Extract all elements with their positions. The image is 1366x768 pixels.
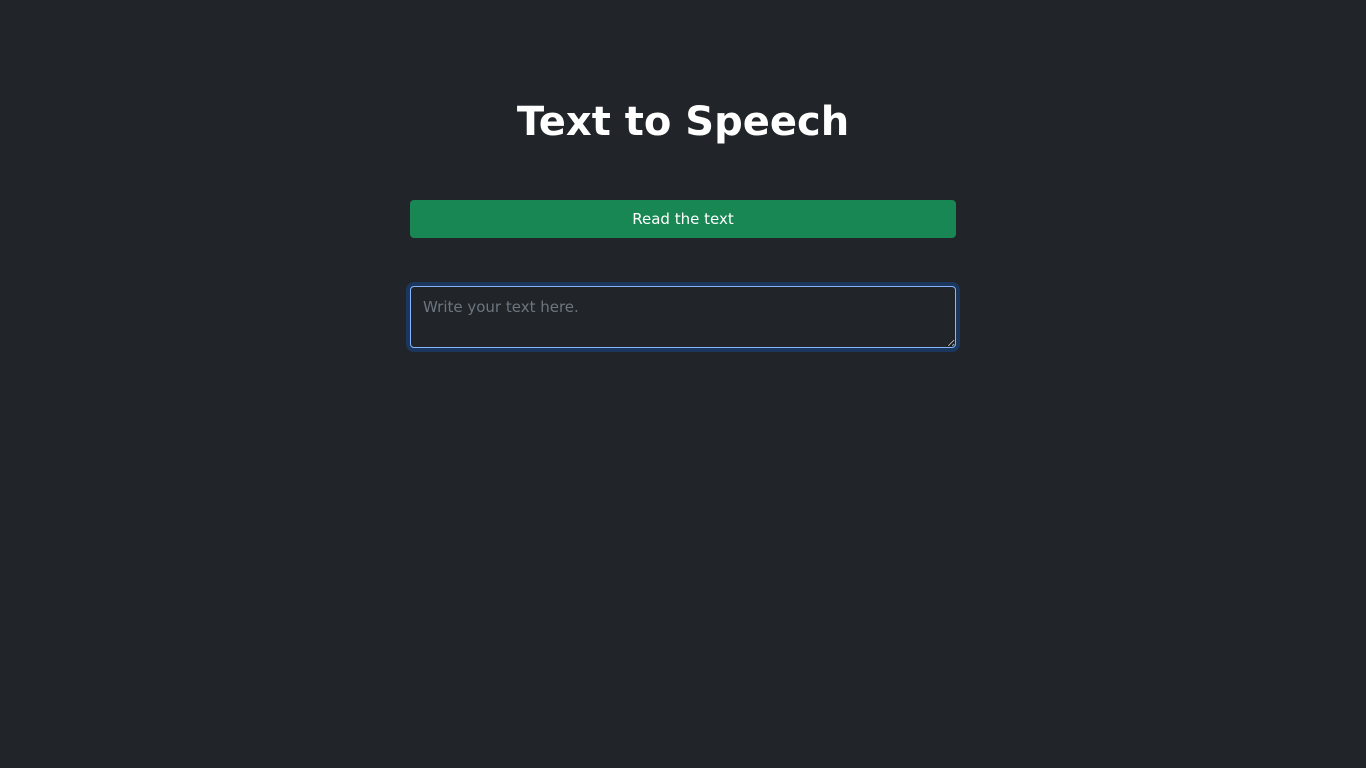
read-text-button[interactable]: Read the text (410, 200, 956, 238)
app-page: Text to Speech Read the text (0, 0, 1366, 768)
page-title: Text to Speech (516, 99, 850, 145)
text-input[interactable] (410, 286, 956, 348)
